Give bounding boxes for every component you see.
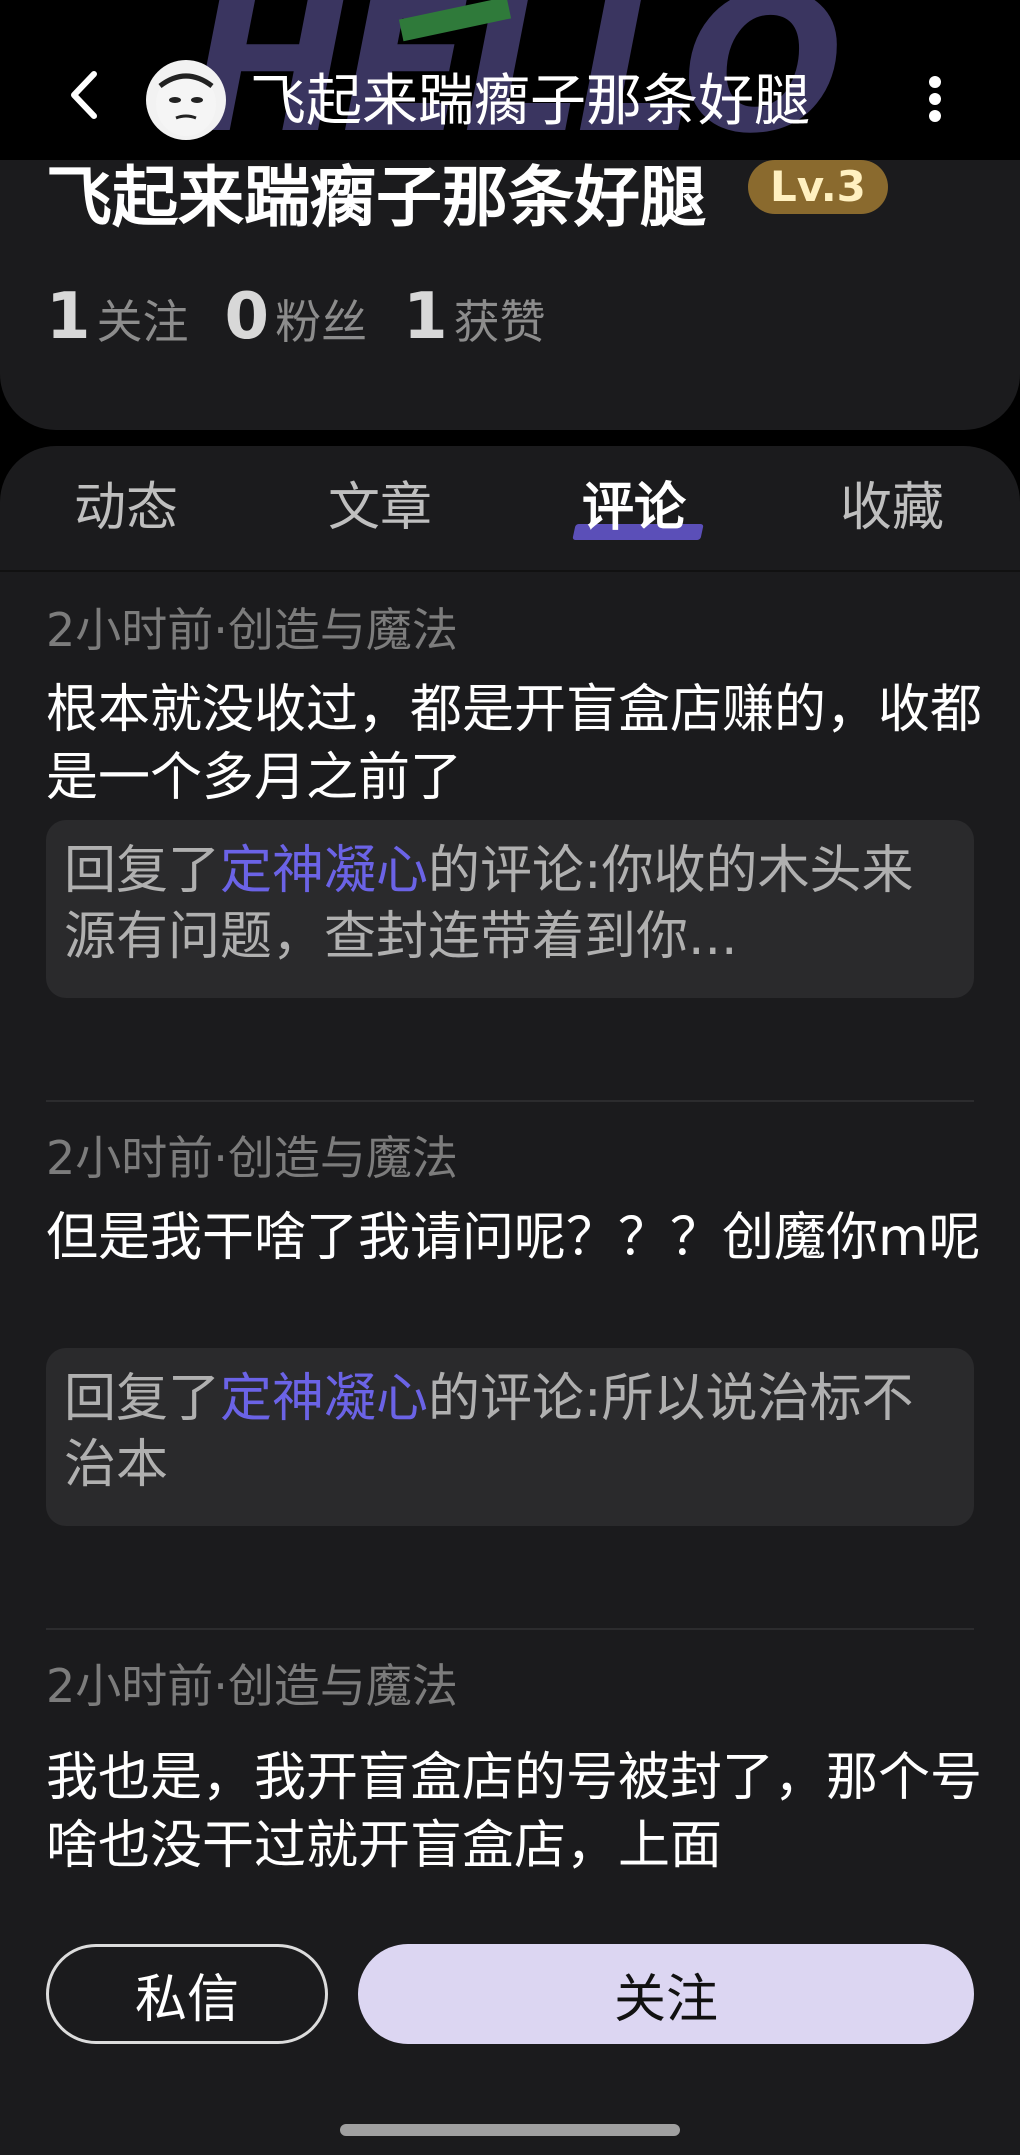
stat-value: 1 [46,280,91,354]
divider [46,1628,974,1630]
bottom-action-bar: 私信 关注 [0,1916,1020,2155]
tab-bar: 动态 文章 评论 收藏 [0,446,1020,572]
stat-followers[interactable]: 0 粉丝 [225,280,368,354]
reply-quote[interactable]: 回复了定神凝心的评论:你收的木头来源有问题，查封连带着到你... [46,820,974,998]
content-panel: 动态 文章 评论 收藏 2小时前·创造与魔法 根本就没收过，都是开盲盒店赚的，收… [0,446,1020,1916]
back-button[interactable] [58,60,108,130]
mention-link[interactable]: 定神凝心 [220,1369,428,1429]
profile-card: 飞起来踹瘸子那条好腿 Lv.3 1 关注 0 粉丝 1 获赞 [0,160,1020,430]
comment-meta: 2小时前·创造与魔法 [46,603,458,657]
follow-button[interactable]: 关注 [358,1944,974,2044]
chevron-left-icon [71,71,97,119]
comment-item[interactable]: 2小时前·创造与魔法 但是我干啥了我请问呢？？？创魔你m呢 回复了定神凝心的评论… [0,1104,1020,1632]
stat-value: 1 [403,280,448,354]
comment-text: 我也是，我开盲盒店的号被封了，那个号啥也没干过就开盲盒店，上面 [46,1748,983,1876]
tab-favorites[interactable]: 收藏 [840,476,944,540]
vertical-dots-icon [929,76,941,122]
profile-stats: 1 关注 0 粉丝 1 获赞 [46,280,546,360]
comment-meta: 2小时前·创造与魔法 [46,1659,458,1713]
profile-name: 飞起来踹瘸子那条好腿 [46,159,706,236]
stat-likes: 1 获赞 [403,280,546,354]
stat-following[interactable]: 1 关注 [46,280,189,354]
tab-articles[interactable]: 文章 [328,476,432,540]
tab-comments[interactable]: 评论 [582,476,686,540]
stat-label: 关注 [96,295,189,349]
top-bar: HELLO 飞起来踹瘸子那条好腿 [0,0,1020,160]
avatar[interactable] [146,60,226,140]
stat-label: 获赞 [453,295,546,349]
more-options-button[interactable] [910,64,960,134]
reply-quote[interactable]: 回复了定神凝心的评论:所以说治标不治本 [46,1348,974,1526]
header-title: 飞起来踹瘸子那条好腿 [250,69,810,134]
divider [46,1100,974,1102]
comment-item[interactable]: 2小时前·创造与魔法 根本就没收过，都是开盲盒店赚的，收都是一个多月之前了 回复… [0,576,1020,1104]
comment-text: 但是我干啥了我请问呢？？？创魔你m呢 [46,1208,981,1268]
stat-value: 0 [224,280,270,354]
comment-list: 2小时前·创造与魔法 根本就没收过，都是开盲盒店赚的，收都是一个多月之前了 回复… [0,576,1020,1916]
home-indicator[interactable] [340,2124,680,2136]
quote-prefix: 回复了 [64,841,221,901]
comment-item[interactable]: 2小时前·创造与魔法 我也是，我开盲盒店的号被封了，那个号啥也没干过就开盲盒店，… [0,1632,1020,1916]
face-avatar-icon [156,72,216,136]
comment-meta: 2小时前·创造与魔法 [46,1131,458,1185]
quote-prefix: 回复了 [64,1369,221,1429]
message-button[interactable]: 私信 [46,1944,328,2044]
mention-link[interactable]: 定神凝心 [220,841,428,901]
stat-label: 粉丝 [275,295,368,349]
comment-text: 根本就没收过，都是开盲盒店赚的，收都是一个多月之前了 [46,680,983,808]
level-badge: Lv.3 [748,160,888,214]
tab-posts[interactable]: 动态 [74,476,178,540]
